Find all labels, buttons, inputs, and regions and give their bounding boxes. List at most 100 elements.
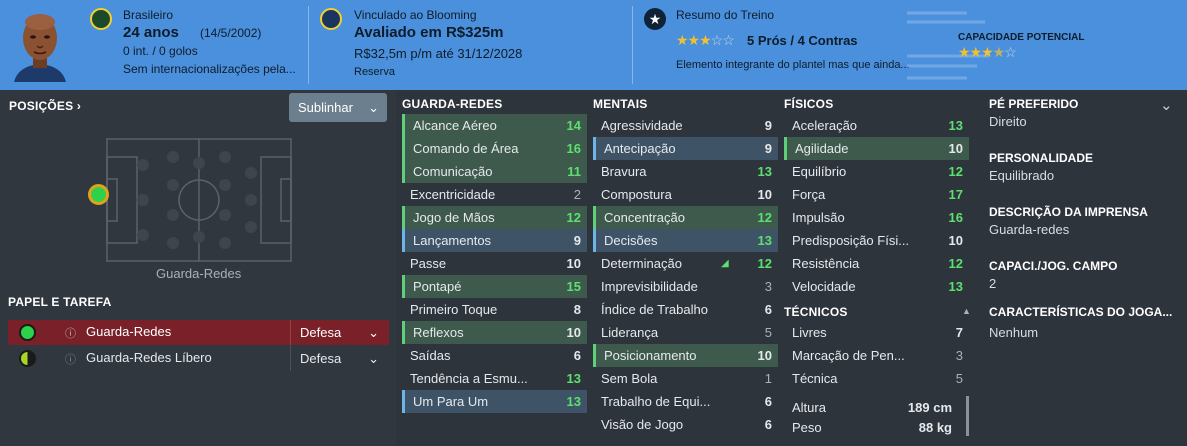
attribute-row[interactable]: Jogo de Mãos 12 — [402, 206, 587, 229]
attribute-name: Decisões — [604, 233, 658, 248]
attribute-row[interactable]: Trabalho de Equi... 6 — [593, 390, 778, 413]
duty-dropdown[interactable]: Defesa ⌄ — [290, 320, 389, 345]
attribute-row[interactable]: Aceleração 13 — [784, 114, 969, 137]
chevron-down-icon: ⌄ — [368, 100, 379, 115]
attribute-row[interactable]: Lançamentos 9 — [402, 229, 587, 252]
highlight-dropdown[interactable]: Sublinhar ⌄ — [289, 93, 387, 122]
info-icon[interactable]: ⓘ — [65, 325, 76, 341]
attribute-name: Alcance Aéreo — [413, 118, 497, 133]
gk-position-marker[interactable] — [88, 184, 109, 205]
attribute-value: 13 — [948, 279, 963, 294]
training-label[interactable]: Resumo do Treino — [676, 8, 774, 23]
attribute-row[interactable]: Agressividade 9 — [593, 114, 778, 137]
attribute-row[interactable]: Força 17 — [784, 183, 969, 206]
weight-value: 88 kg — [918, 420, 952, 435]
mental-attributes: MENTAIS Agressividade 9 Antecipação 9 Bravur… — [591, 90, 780, 446]
chevron-down-icon[interactable]: ⌄ — [1160, 96, 1173, 114]
attribute-row[interactable]: Excentricidade 2 — [402, 183, 587, 206]
positions-title[interactable]: POSIÇÕES › — [9, 99, 81, 113]
attribute-value: 13 — [757, 164, 772, 179]
attribute-row[interactable]: Sem Bola 1 — [593, 367, 778, 390]
attribute-row[interactable]: Comunicação 11 — [402, 160, 587, 183]
attribute-row[interactable]: Técnica 5 — [784, 367, 969, 390]
media-description: Guarda-redes — [989, 222, 1070, 237]
pros-cons[interactable]: 5 Prós / 4 Contras — [747, 32, 858, 50]
weight-row: Peso 88 kg — [782, 416, 958, 439]
attribute-value: 12 — [948, 164, 963, 179]
attribute-row[interactable]: Comando de Área 16 — [402, 137, 587, 160]
info-icon[interactable]: ⓘ — [65, 351, 76, 367]
attribute-name: Reflexos — [413, 325, 464, 340]
attribute-value: 12 — [566, 210, 581, 225]
attribute-value: 15 — [566, 279, 581, 294]
attribute-row[interactable]: Impulsão 16 — [784, 206, 969, 229]
attribute-name: Velocidade — [792, 279, 856, 294]
attribute-name: Marcação de Pen... — [792, 348, 905, 363]
international-note[interactable]: Sem internacionalizações pela... — [123, 62, 296, 77]
attribute-row[interactable]: Marcação de Pen... 3 — [784, 344, 969, 367]
attribute-value: 3 — [764, 279, 772, 294]
attribute-row[interactable]: Imprevisibilidade 3 — [593, 275, 778, 298]
attribute-row[interactable]: Predisposição Físi... 10 — [784, 229, 969, 252]
attribute-name: Livres — [792, 325, 827, 340]
duty-dropdown[interactable]: Defesa ⌄ — [290, 346, 389, 371]
attribute-row[interactable]: Alcance Aéreo 14 — [402, 114, 587, 137]
attribute-value: 5 — [764, 325, 772, 340]
attribute-name: Visão de Jogo — [601, 417, 684, 432]
attribute-value: 10 — [757, 348, 772, 363]
attribute-row[interactable]: Resistência 12 — [784, 252, 969, 275]
duty-label: Defesa — [300, 351, 342, 366]
attribute-row[interactable]: Compostura 10 — [593, 183, 778, 206]
attribute-row[interactable]: Visão de Jogo 6 — [593, 413, 778, 436]
attribute-row[interactable]: Pontapé 15 — [402, 275, 587, 298]
role-row[interactable]: ⓘ Guarda-Redes Líbero Defesa ⌄ — [8, 346, 389, 371]
training-stars: ★★★☆☆ — [676, 32, 735, 48]
attribute-value: 13 — [948, 118, 963, 133]
attribute-name: Agilidade — [795, 141, 849, 156]
attribute-name: Determinação — [601, 256, 682, 271]
attribute-row[interactable]: Equilíbrio 12 — [784, 160, 969, 183]
attribute-row[interactable]: Liderança 5 — [593, 321, 778, 344]
attribute-name: Um Para Um — [413, 394, 489, 409]
technical-title: TÉCNICOS — [784, 305, 848, 319]
attribute-row[interactable]: Livres 7 — [784, 321, 969, 344]
attribute-value: 1 — [764, 371, 772, 386]
potential-ability: CAPACIDADE POTENCIAL ★★★★☆ — [907, 0, 1182, 90]
attribute-row[interactable]: Antecipação 9 — [593, 137, 778, 160]
attribute-row[interactable]: Bravura 13 — [593, 160, 778, 183]
attribute-name: Compostura — [601, 187, 672, 202]
attribute-name: Técnica — [792, 371, 838, 386]
attribute-value: 7 — [955, 325, 963, 340]
attribute-row[interactable]: Velocidade 13 — [784, 275, 969, 298]
attribute-row[interactable]: Índice de Trabalho 6 — [593, 298, 778, 321]
personality-label: PERSONALIDADE — [989, 151, 1094, 165]
attribute-row[interactable]: Agilidade 10 — [784, 137, 969, 160]
role-row-selected[interactable]: ⓘ Guarda-Redes Defesa ⌄ — [8, 320, 389, 345]
attribute-row[interactable]: Um Para Um 13 — [402, 390, 587, 413]
player-traits-label[interactable]: CARACTERÍSTICAS DO JOGA... — [989, 305, 1172, 319]
attribute-row[interactable]: Passe 10 — [402, 252, 587, 275]
preferred-foot: Direito — [989, 114, 1027, 129]
player-traits: Nenhum — [989, 325, 1039, 340]
contract-club[interactable]: Vinculado ao Blooming — [354, 8, 477, 23]
scrollbar[interactable] — [966, 396, 969, 436]
attribute-row[interactable]: Tendência a Esmu... 13 — [402, 367, 587, 390]
media-description-label: DESCRIÇÃO DA IMPRENSA — [989, 205, 1148, 219]
divider — [632, 6, 633, 84]
collapse-icon[interactable]: ▲ — [962, 306, 971, 316]
attribute-value: 9 — [764, 118, 772, 133]
attribute-row[interactable]: Decisões 13 — [593, 229, 778, 252]
attribute-row[interactable]: Posicionamento 10 — [593, 344, 778, 367]
attribute-row[interactable]: Concentração 12 — [593, 206, 778, 229]
attribute-row[interactable]: Determinação 12 ◢ — [593, 252, 778, 275]
attribute-row[interactable]: Saídas 6 — [402, 344, 587, 367]
attribute-row[interactable]: Primeiro Toque 8 — [402, 298, 587, 321]
attribute-row[interactable]: Reflexos 10 — [402, 321, 587, 344]
attribute-name: Imprevisibilidade — [601, 279, 698, 294]
attribute-name: Antecipação — [604, 141, 676, 156]
attribute-value: 10 — [566, 325, 581, 340]
attribute-value: 13 — [566, 371, 581, 386]
club-crest-icon — [320, 8, 342, 30]
attribute-name: Posicionamento — [604, 348, 697, 363]
section-title: FÍSICOS — [784, 97, 834, 111]
